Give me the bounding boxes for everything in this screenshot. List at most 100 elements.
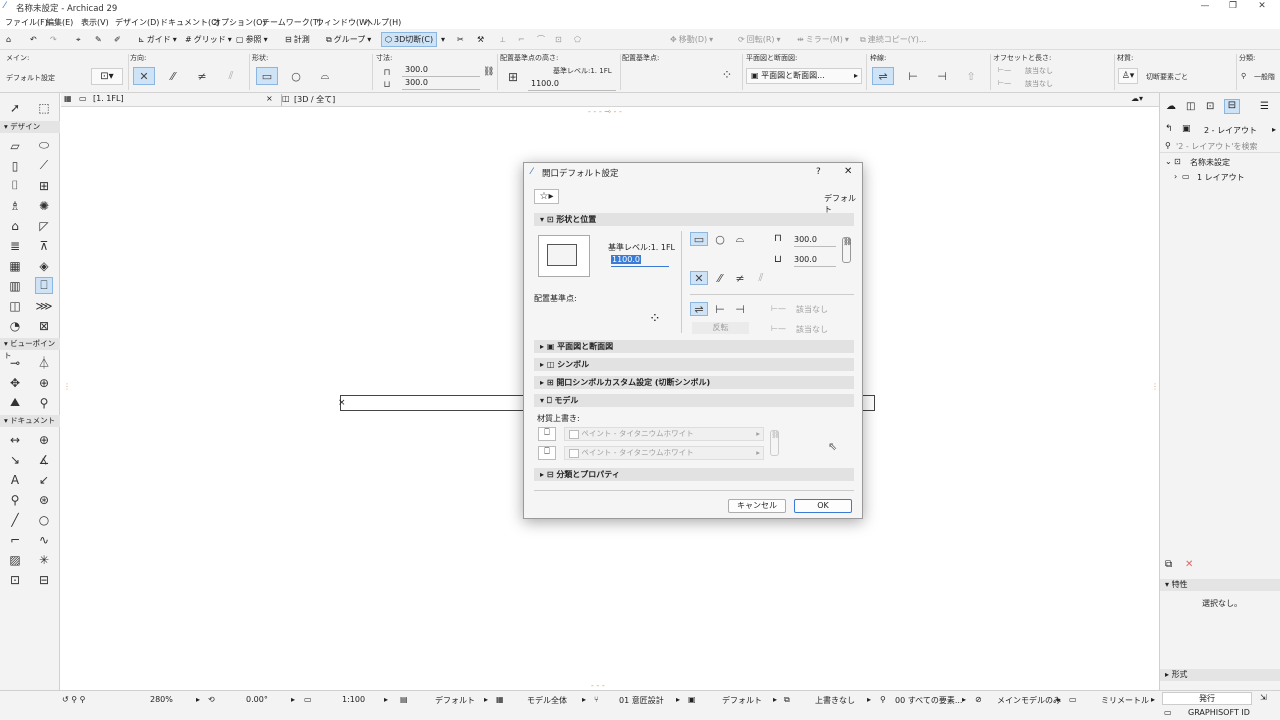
mirror-button[interactable]: ⇹ ミラー(M) ▾	[797, 32, 849, 47]
elevation-tool-icon[interactable]: ⏃	[35, 354, 53, 371]
line-tool-icon[interactable]: ╱	[6, 511, 24, 528]
viewpoint-section-header[interactable]: ▾ ビューポイント	[0, 338, 60, 360]
trim-icon[interactable]: ✂	[457, 32, 464, 47]
measure-button[interactable]: ⊟ 計測	[285, 32, 310, 47]
polyline-tool-icon[interactable]: ⌐	[6, 531, 24, 548]
anchor-point-icon[interactable]: ⁘	[716, 66, 738, 84]
design-section-header[interactable]: ▾ デザイン	[0, 121, 60, 133]
material-picker[interactable]: ♙▾	[1118, 68, 1138, 84]
direction-slanted-icon[interactable]: ≠	[191, 67, 213, 85]
layout-selector[interactable]: 2 - レイアウト	[1204, 125, 1257, 136]
layout-book-icon[interactable]: ⊡	[1206, 101, 1214, 112]
reference-button[interactable]: ▢ 参照 ▾	[236, 32, 268, 47]
menu-options[interactable]: オプション(O)	[213, 17, 266, 28]
frame-inside-icon[interactable]: ⇌	[872, 67, 894, 85]
radial-dimension-tool-icon[interactable]: ↘	[6, 451, 24, 468]
dimension-tool-icon[interactable]: ↔	[6, 431, 24, 448]
fillet-icon[interactable]: ⌒	[537, 32, 545, 47]
section-classification[interactable]: ▸ ⊟ 分類とプロパティ	[534, 468, 854, 481]
snap-icon[interactable]: ⌖	[76, 32, 81, 47]
scale-value[interactable]: 1:100	[342, 695, 365, 704]
properties-header[interactable]: ▾ 特性	[1160, 579, 1280, 591]
opening-tool-icon[interactable]: ⎕	[35, 277, 53, 294]
tree-child-expand-icon[interactable]: ›	[1174, 172, 1177, 181]
zoom-value[interactable]: 280%	[150, 695, 173, 704]
column-tool-icon[interactable]: ▯	[6, 157, 24, 174]
rotate-button[interactable]: ⟳ 回転(R) ▾	[738, 32, 781, 47]
worksheet-tool-icon[interactable]: ⊕	[35, 374, 53, 391]
menu-lines-icon[interactable]: ☰	[1260, 101, 1269, 112]
arrow-tool-icon[interactable]: ➚	[6, 99, 24, 116]
adjust-icon[interactable]: ⌐	[518, 32, 525, 47]
publisher-icon[interactable]: ⊟	[1224, 99, 1240, 114]
tree-child[interactable]: 1 レイアウト	[1197, 172, 1245, 183]
width-field[interactable]: 300.0	[794, 235, 836, 247]
angle-dimension-tool-icon[interactable]: ∡	[35, 451, 53, 468]
direction-free-icon[interactable]: ⫽	[752, 271, 770, 285]
side-handle-icon[interactable]: ⋮	[1151, 382, 1159, 391]
flip-button[interactable]: 反転	[692, 322, 749, 334]
camera-tool-icon[interactable]: ⚲	[35, 394, 53, 411]
side-handle-icon[interactable]: ⋮	[63, 382, 71, 391]
label-tool-icon[interactable]: ↙	[35, 471, 53, 488]
shape-circle-icon[interactable]: ○	[711, 232, 729, 246]
favorites-button[interactable]: ☆▸	[534, 189, 559, 204]
railing-tool-icon[interactable]: ⊼	[35, 237, 53, 254]
material-toggle-2[interactable]: ⎕	[538, 446, 556, 460]
text-tool-icon[interactable]: A	[6, 471, 24, 488]
angle-value[interactable]: 0.00°	[246, 695, 268, 704]
dialog-close-button[interactable]: ✕	[844, 166, 852, 177]
height-field[interactable]: 300.0	[402, 78, 480, 90]
mesh-tool-icon[interactable]: ⋙	[35, 297, 53, 314]
expand-icon[interactable]: ⇲	[1260, 693, 1267, 702]
inject-icon[interactable]: ✐	[114, 32, 121, 47]
section-floorplan[interactable]: ▸ ▣ 平面図と断面図	[534, 340, 854, 353]
fill-tool-icon[interactable]: ▨	[6, 551, 24, 568]
direction-horizontal-icon[interactable]: ✕	[133, 67, 155, 85]
section-model[interactable]: ▾ ⎕ モデル	[534, 394, 854, 407]
shape-rectangle-icon[interactable]: ▭	[690, 232, 708, 246]
shape-arch-icon[interactable]: ⌓	[731, 232, 749, 246]
link-chain-icon[interactable]: ⛓	[483, 67, 494, 77]
height-field[interactable]: 300.0	[794, 255, 836, 267]
figure-tool-icon[interactable]: ⊡	[6, 571, 24, 588]
pick-up-icon[interactable]: ✎	[95, 32, 102, 47]
unit-value[interactable]: ミリメートル	[1101, 695, 1149, 706]
polygon-icon[interactable]: ⬠	[574, 32, 581, 47]
lamp-tool-icon[interactable]: ✺	[35, 197, 53, 214]
menu-teamwork[interactable]: チームワーク(T)	[262, 17, 321, 28]
level-dimension-tool-icon[interactable]: ⊕	[35, 431, 53, 448]
object-tool-icon[interactable]: ♗	[6, 197, 24, 214]
delete-icon[interactable]: ✕	[1185, 559, 1193, 570]
offset-icon[interactable]: ⊡	[555, 32, 562, 47]
help-button[interactable]: ?	[816, 167, 821, 177]
section-custom-symbol[interactable]: ▸ ⊞ 開口シンボルカスタム設定 (切断シンボル)	[534, 376, 854, 389]
frame-side2-icon[interactable]: ⊣	[731, 302, 749, 316]
material-link-icon[interactable]: ⛓	[770, 430, 780, 456]
frame-inside-icon[interactable]: ⇌	[690, 302, 708, 316]
modifier-tool-icon[interactable]: ◔	[6, 317, 24, 334]
bottom-handle-icon[interactable]: - - -	[591, 681, 605, 690]
spline-tool-icon[interactable]: ∿	[35, 531, 53, 548]
cancel-button[interactable]: キャンセル	[728, 499, 786, 513]
floorplan-select[interactable]: ▣ 平面図と断面図... ▸	[746, 68, 862, 84]
up-arrow-icon[interactable]: ↰	[1165, 124, 1173, 134]
detail-tool-icon[interactable]: ⛰	[6, 394, 24, 411]
level-value-field[interactable]: 1100.0	[611, 255, 669, 267]
main-value[interactable]: デフォルト設定	[6, 73, 55, 83]
width-field[interactable]: 300.0	[402, 65, 480, 77]
dimension-value[interactable]: デフォルト	[722, 695, 762, 706]
maximize-button[interactable]: ❐	[1226, 1, 1240, 13]
close-window-button[interactable]: ✕	[1255, 1, 1269, 13]
grid-button[interactable]: # グリッド ▾	[185, 32, 232, 47]
frame-side2-icon[interactable]: ⊣	[931, 67, 953, 85]
material-select-1[interactable]: ペイント - タイタニウムホワイト ▸	[564, 427, 764, 441]
frame-side1-icon[interactable]: ⊢	[902, 67, 924, 85]
corner-window-tool-icon[interactable]: ⊠	[35, 317, 53, 334]
roof-tool-icon[interactable]: ⌂	[6, 217, 24, 234]
material-select-2[interactable]: ペイント - タイタニウムホワイト ▸	[564, 446, 764, 460]
split-icon[interactable]: ⚒	[477, 32, 484, 47]
grid-view-icon[interactable]: ▦	[64, 94, 72, 103]
menu-file[interactable]: ファイル(F)	[5, 17, 48, 28]
marquee-tool-icon[interactable]: ⬚	[35, 99, 53, 116]
